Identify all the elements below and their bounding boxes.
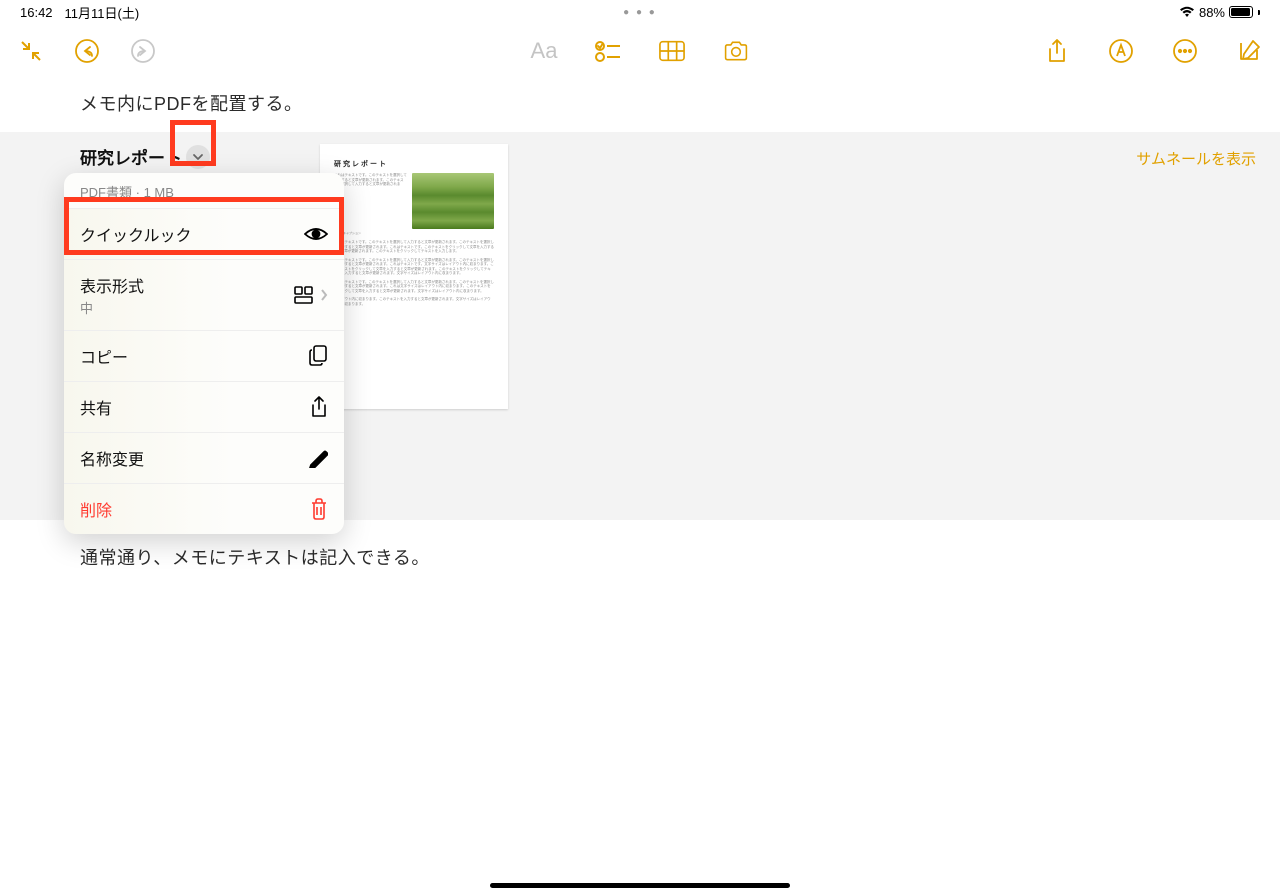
wifi-icon xyxy=(1179,6,1195,18)
undo-icon[interactable] xyxy=(74,38,100,64)
annotation-highlight-quicklook xyxy=(64,197,344,255)
redo-icon xyxy=(130,38,156,64)
battery-icon xyxy=(1229,6,1253,18)
text-format-icon[interactable]: Aa xyxy=(531,38,557,64)
copy-icon xyxy=(308,345,328,367)
collapse-icon[interactable] xyxy=(18,38,44,64)
status-time: 16:42 xyxy=(20,5,53,20)
share-icon[interactable] xyxy=(1044,38,1070,64)
show-thumbnails-link[interactable]: サムネールを表示 xyxy=(1136,148,1256,169)
attachment-title: 研究レポート xyxy=(80,144,182,169)
menu-viewmode[interactable]: 表示形式 中 xyxy=(64,260,344,331)
annotation-highlight-chevron xyxy=(170,120,216,166)
note-body-line-1[interactable]: メモ内にPDFを配置する。 xyxy=(80,90,1200,116)
menu-copy[interactable]: コピー xyxy=(64,331,344,382)
camera-icon[interactable] xyxy=(723,38,749,64)
home-indicator[interactable] xyxy=(490,883,790,888)
pdf-caption: 写真のキャプション xyxy=(334,232,494,236)
markup-icon[interactable] xyxy=(1108,38,1134,64)
menu-delete[interactable]: 削除 xyxy=(64,484,344,534)
checklist-icon[interactable] xyxy=(595,38,621,64)
status-bar: 16:42 11月11日(土) ● ● ● 88% xyxy=(0,0,1280,22)
note-body-line-2[interactable]: 通常通り、メモにテキストは記入できる。 xyxy=(80,544,1200,570)
menu-rename[interactable]: 名称変更 xyxy=(64,433,344,484)
toolbar: Aa xyxy=(0,22,1280,80)
menu-share[interactable]: 共有 xyxy=(64,382,344,433)
pdf-preview-title: 研究レポート xyxy=(334,160,494,169)
battery-percent: 88% xyxy=(1199,5,1225,20)
pdf-preview-image xyxy=(412,173,494,229)
multitask-dots-icon[interactable]: ● ● ● xyxy=(623,7,657,18)
grid-icon xyxy=(294,286,314,304)
compose-icon[interactable] xyxy=(1236,38,1262,64)
trash-icon xyxy=(310,498,328,520)
chevron-right-icon xyxy=(320,288,328,302)
share-up-icon xyxy=(310,396,328,418)
pdf-page-preview[interactable]: 研究レポート これはテキストです。このテキストを選択して入力すると文章が更新され… xyxy=(320,144,508,409)
more-icon[interactable] xyxy=(1172,38,1198,64)
status-date: 11月11日(土) xyxy=(65,3,140,22)
pencil-icon xyxy=(308,448,328,468)
table-icon[interactable] xyxy=(659,38,685,64)
